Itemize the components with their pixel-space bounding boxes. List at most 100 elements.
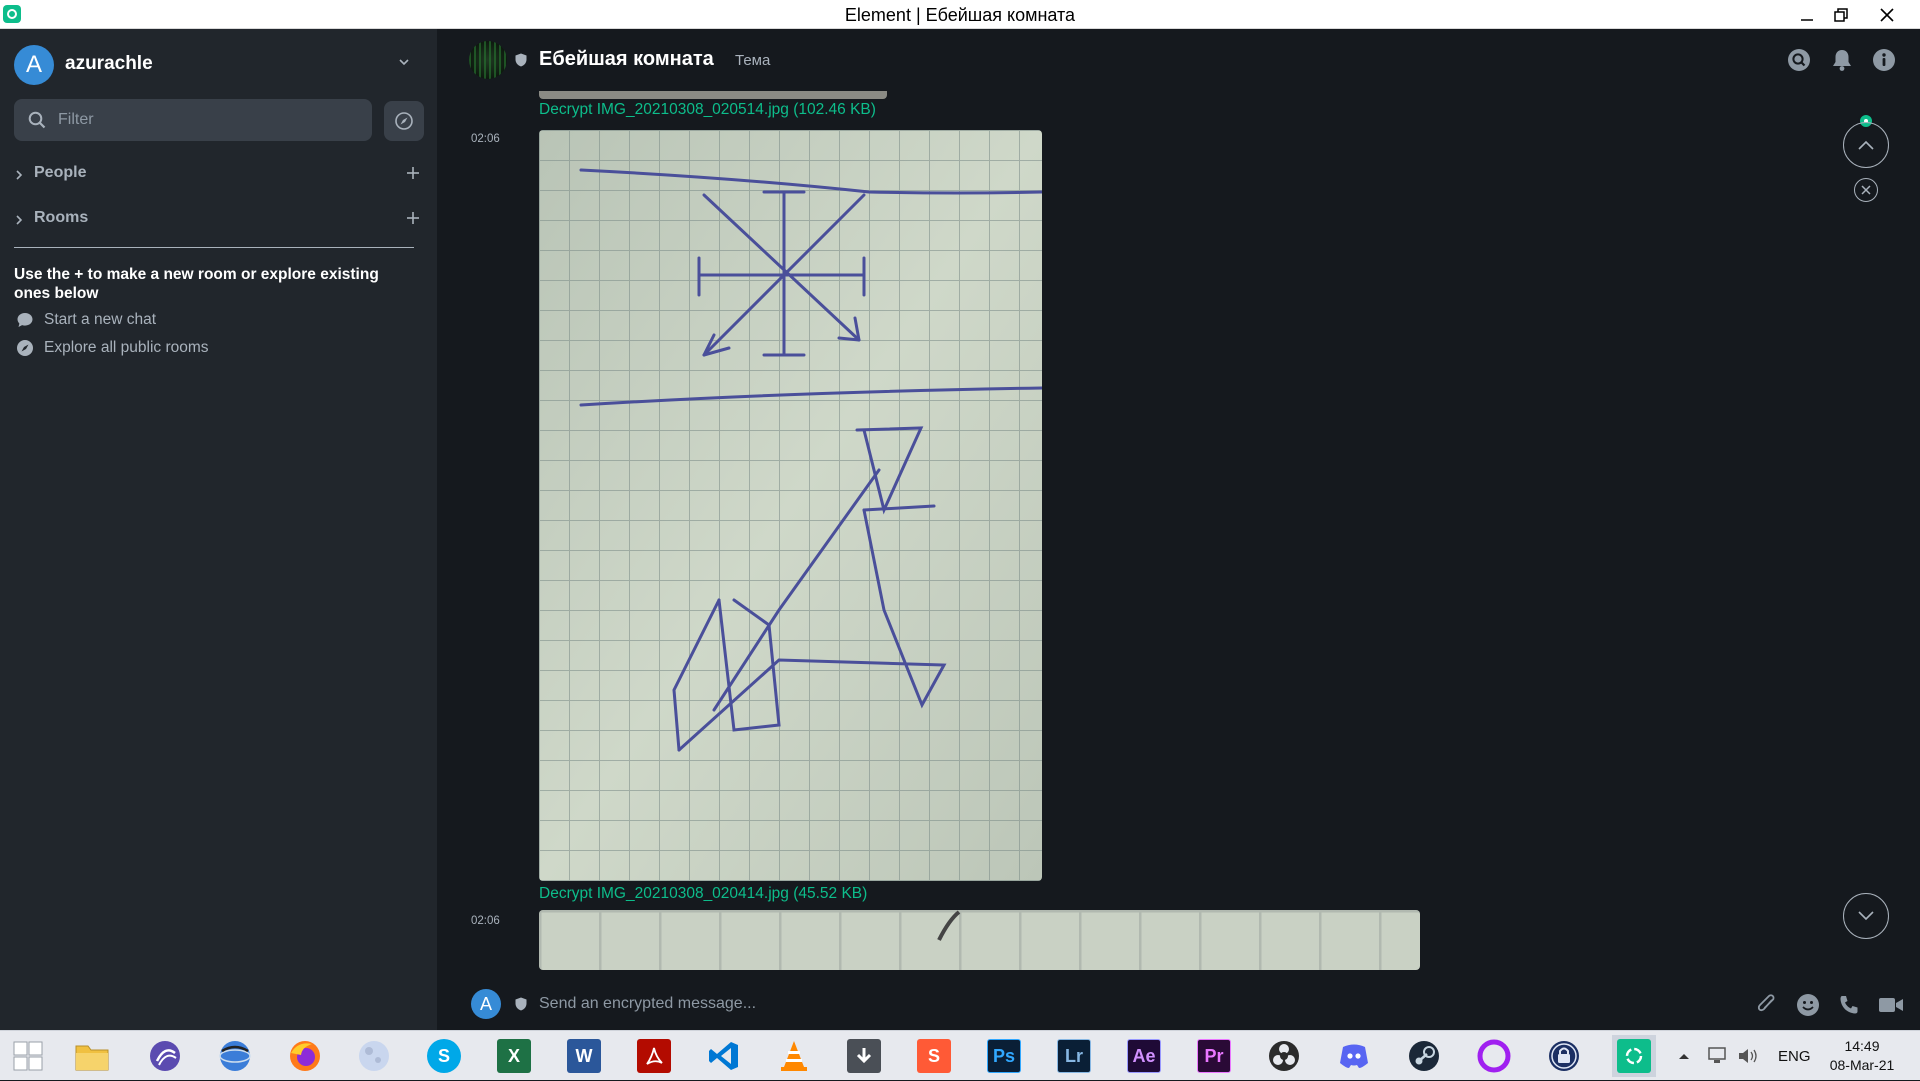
taskbar-photoshop[interactable]: Ps [982,1035,1026,1077]
video-call-button[interactable] [1877,991,1905,1019]
emoji-icon [1797,994,1819,1016]
voice-call-button[interactable] [1835,991,1863,1019]
start-button[interactable] [6,1035,50,1077]
empty-hint: Use the + to make a new room or explore … [14,266,379,302]
chat-bubble-icon [17,313,33,327]
taskbar-after-effects[interactable]: Ae [1122,1035,1166,1077]
taskbar-discord[interactable] [1332,1035,1376,1077]
bell-icon [1833,50,1851,71]
taskbar-vpn[interactable] [1542,1035,1586,1077]
after-effects-icon: Ae [1127,1039,1161,1073]
windows-taskbar: S X W S Ps Lr Ae Pr ENG 14:49 08-Mar-21 [0,1030,1920,1080]
section-rooms-label: Rooms [34,209,89,226]
section-people-label: People [34,164,87,181]
discord-icon [1340,1044,1368,1068]
room-search-button[interactable] [1786,47,1812,73]
compass-icon [395,112,413,130]
add-room-icon[interactable] [404,209,422,227]
search-icon [1788,49,1810,71]
language-indicator[interactable]: ENG [1778,1048,1811,1065]
user-avatar[interactable]: A [14,45,54,85]
taskbar-moon-app[interactable] [352,1035,396,1077]
taskbar-word[interactable]: W [562,1035,606,1077]
room-avatar[interactable] [469,41,507,79]
opera-icon [1477,1039,1511,1073]
folder-icon [75,1045,109,1071]
explore-rooms-button[interactable] [384,101,424,141]
taskbar-vscode[interactable] [702,1035,746,1077]
taskbar-browser[interactable] [213,1035,257,1077]
vscode-icon [709,1042,738,1070]
search-icon [28,111,46,134]
close-button[interactable] [1864,0,1910,29]
windows-logo-icon [13,1041,43,1071]
chevron-down-icon[interactable] [398,55,410,67]
room-name[interactable]: Ебейшая комната [539,48,714,71]
dismiss-unread-button[interactable] [1854,178,1878,202]
decrypt-file-link[interactable]: Decrypt IMG_20210308_020514.jpg (102.46 … [539,101,876,119]
taskbar-opera[interactable] [1472,1035,1516,1077]
add-people-icon[interactable] [404,164,422,182]
room-info-button[interactable] [1871,47,1897,73]
word-icon: W [567,1039,601,1073]
jump-to-unread-button[interactable] [1843,122,1889,168]
section-people[interactable]: People [14,162,424,186]
close-icon [1861,185,1871,195]
taskbar-sublime[interactable]: S [912,1035,956,1077]
vlc-cone-icon [781,1041,807,1071]
volume-icon[interactable] [1736,1046,1760,1066]
shield-icon [515,53,527,67]
phone-icon [1840,996,1858,1014]
obs-icon [1269,1041,1299,1071]
video-camera-icon [1879,998,1903,1012]
taskbar-skype[interactable]: S [422,1035,466,1077]
message-composer: A [437,981,1920,1030]
taskbar-torrent-client[interactable] [143,1035,187,1077]
image-attachment[interactable] [539,910,1420,970]
chevron-right-icon[interactable] [14,213,24,231]
left-panel: A azurachle People Rooms Use the + to ma… [0,29,437,1030]
taskbar-premiere[interactable]: Pr [1192,1035,1236,1077]
emoji-button[interactable] [1794,991,1822,1019]
message-timestamp: 02:06 [471,133,500,145]
window-title: Element | Ебейшая комната [844,5,1076,25]
jump-to-bottom-button[interactable] [1843,893,1889,939]
taskbar-file-explorer[interactable] [70,1035,114,1077]
taskbar-obs[interactable] [1262,1035,1306,1077]
timeline[interactable]: Decrypt IMG_20210308_020514.jpg (102.46 … [437,89,1920,997]
taskbar-firefox[interactable] [283,1035,327,1077]
chevron-up-icon[interactable] [1678,1051,1690,1061]
taskbar-acrobat[interactable] [632,1035,676,1077]
taskbar-element[interactable] [1612,1035,1656,1077]
filter-input[interactable] [58,99,358,141]
globe-icon [219,1041,251,1071]
username[interactable]: azurachle [65,53,153,75]
start-chat-link[interactable]: Start a new chat [16,310,156,330]
taskbar-excel[interactable]: X [492,1035,536,1077]
chevron-right-icon[interactable] [14,168,24,186]
restore-button[interactable] [1818,0,1864,29]
taskbar-downloader[interactable] [842,1035,886,1077]
explore-public-rooms-link[interactable]: Explore all public rooms [16,338,209,358]
message-input[interactable] [539,987,1639,1021]
room-topic[interactable]: Тема [735,52,770,69]
attach-button[interactable] [1753,991,1781,1019]
firefox-icon [290,1041,320,1071]
taskbar-vlc[interactable] [772,1035,816,1077]
taskbar-steam[interactable] [1402,1035,1446,1077]
composer-avatar: A [471,989,501,1019]
download-icon [847,1039,881,1073]
taskbar-lightroom[interactable]: Lr [1052,1035,1096,1077]
info-icon [1873,49,1895,71]
section-rooms[interactable]: Rooms [14,207,424,231]
decrypt-file-link[interactable]: Decrypt IMG_20210308_020414.jpg (45.52 K… [539,885,867,903]
system-clock[interactable]: 14:49 08-Mar-21 [1822,1037,1902,1075]
message-timestamp: 02:06 [471,915,500,927]
notifications-button[interactable] [1829,47,1855,73]
start-chat-label: Start a new chat [44,311,157,328]
clock-date: 08-Mar-21 [1829,1057,1895,1073]
image-attachment[interactable] [539,130,1042,881]
steam-icon [1409,1041,1439,1071]
previous-image-bottom[interactable] [539,91,887,99]
network-icon[interactable] [1706,1046,1728,1066]
